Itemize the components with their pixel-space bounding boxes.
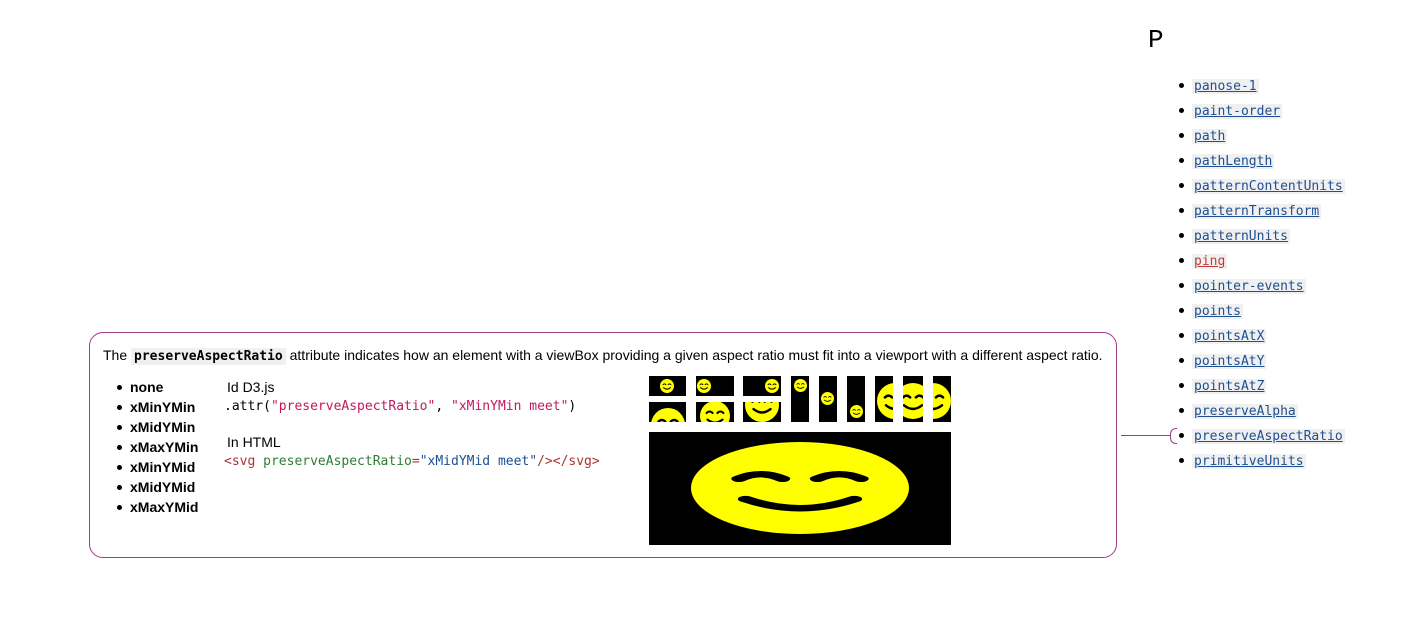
bullet-icon <box>1179 383 1184 388</box>
demo-xMidYMin-meet <box>696 376 734 396</box>
bullet-icon <box>1179 358 1184 363</box>
index-link-patternUnits[interactable]: patternUnits <box>1192 229 1290 244</box>
bullet-icon <box>117 445 122 450</box>
connector-brace <box>1170 428 1177 444</box>
index-item: patternContentUnits <box>1176 173 1345 198</box>
demo-tall-xMax <box>847 376 865 422</box>
index-item: pointsAtX <box>1176 323 1345 348</box>
attribute-value-item: xMinYMid <box>114 457 198 477</box>
demo-xMinYMin-meet <box>649 376 686 396</box>
bullet-icon <box>1179 433 1184 438</box>
bullet-icon <box>1179 308 1184 313</box>
index-link-pointsAtX[interactable]: pointsAtX <box>1192 329 1267 344</box>
attribute-value-label: xMidYMin <box>130 419 196 435</box>
attribute-value-label: xMinYMid <box>130 459 196 475</box>
index-item: patternUnits <box>1176 223 1345 248</box>
bullet-icon <box>1179 208 1184 213</box>
demo-tall-xMin <box>791 376 809 422</box>
index-link-pointsAtY[interactable]: pointsAtY <box>1192 354 1267 369</box>
attribute-index-list: panose-1 paint-order path pathLength pattern… <box>1176 73 1345 473</box>
attribute-value-label: none <box>130 379 164 395</box>
bullet-icon <box>1179 83 1184 88</box>
usage-examples: Id D3.js .attr("preserveAspectRatio", "x… <box>224 377 600 472</box>
attribute-value-label: xMaxYMid <box>130 499 199 515</box>
demo-xMaxYMin-meet <box>743 376 781 396</box>
index-item: primitiveUnits <box>1176 448 1345 473</box>
index-item: pointsAtY <box>1176 348 1345 373</box>
attribute-value-label: xMidYMid <box>130 479 196 495</box>
bullet-icon <box>117 425 122 430</box>
index-item: patternTransform <box>1176 198 1345 223</box>
index-item: preserveAlpha <box>1176 398 1345 423</box>
attribute-detail-card: The preserveAspectRatio attribute indica… <box>89 332 1117 558</box>
bullet-icon <box>1179 183 1184 188</box>
index-link-paint-order[interactable]: paint-order <box>1192 104 1283 119</box>
attribute-value-item: xMinYMin <box>114 397 198 417</box>
section-letter: P <box>1148 25 1164 55</box>
attribute-name-code: preserveAspectRatio <box>131 348 286 365</box>
aspect-ratio-demo-illustration <box>649 376 951 545</box>
index-item: paint-order <box>1176 98 1345 123</box>
bullet-icon <box>117 485 122 490</box>
bullet-icon <box>1179 458 1184 463</box>
index-link-pathLength[interactable]: pathLength <box>1192 154 1275 169</box>
bullet-icon <box>117 465 122 470</box>
bullet-icon <box>1179 108 1184 113</box>
index-item: points <box>1176 298 1345 323</box>
bullet-icon <box>117 505 122 510</box>
index-link-pointsAtZ[interactable]: pointsAtZ <box>1192 379 1267 394</box>
index-link-patternTransform[interactable]: patternTransform <box>1192 204 1322 219</box>
bullet-icon <box>1179 283 1184 288</box>
bullet-icon <box>1179 258 1184 263</box>
index-link-primitiveUnits[interactable]: primitiveUnits <box>1192 454 1306 469</box>
connector-line <box>1121 435 1171 436</box>
index-item: pointer-events <box>1176 273 1345 298</box>
index-link-path[interactable]: path <box>1192 129 1228 144</box>
bullet-icon <box>1179 133 1184 138</box>
index-item: ping <box>1176 248 1345 273</box>
html-example-code: <svg preserveAspectRatio="xMidYMid meet"… <box>224 454 600 469</box>
demo-slice-xMid <box>696 402 734 422</box>
index-item: pointsAtZ <box>1176 373 1345 398</box>
index-link-panose-1[interactable]: panose-1 <box>1192 79 1259 94</box>
index-item: preserveAspectRatio <box>1176 423 1345 448</box>
index-link-patternContentUnits[interactable]: patternContentUnits <box>1192 179 1345 194</box>
attribute-values-list: none xMinYMin xMidYMin xMaxYMin xMinYMid xMid… <box>114 377 198 517</box>
attribute-value-item: xMaxYMid <box>114 497 198 517</box>
bullet-icon <box>117 405 122 410</box>
index-link-pointer-events[interactable]: pointer-events <box>1192 279 1306 294</box>
attribute-value-item: xMidYMid <box>114 477 198 497</box>
attribute-value-item: xMaxYMin <box>114 437 198 457</box>
index-item: panose-1 <box>1176 73 1345 98</box>
demo-tall-xMid <box>819 376 837 422</box>
demo-none-stretched <box>649 432 951 545</box>
index-link-preserveAlpha[interactable]: preserveAlpha <box>1192 404 1298 419</box>
bullet-icon <box>117 385 122 390</box>
d3-example-code: .attr("preserveAspectRatio", "xMinYMin m… <box>224 399 577 414</box>
d3-example-title: Id D3.js <box>227 379 275 395</box>
attribute-value-label: xMinYMin <box>130 399 196 415</box>
index-link-preserveAspectRatio[interactable]: preserveAspectRatio <box>1192 429 1345 444</box>
attribute-description: The preserveAspectRatio attribute indica… <box>103 347 1103 365</box>
html-example-title: In HTML <box>227 434 281 450</box>
index-item: path <box>1176 123 1345 148</box>
bullet-icon <box>1179 408 1184 413</box>
index-item: pathLength <box>1176 148 1345 173</box>
bullet-icon <box>1179 233 1184 238</box>
index-link-points[interactable]: points <box>1192 304 1243 319</box>
index-link-ping[interactable]: ping <box>1192 254 1228 269</box>
attribute-value-item: xMidYMin <box>114 417 198 437</box>
bullet-icon <box>1179 333 1184 338</box>
attribute-value-item: none <box>114 377 198 397</box>
demo-tall-slice-mid <box>903 376 923 422</box>
attribute-value-label: xMaxYMin <box>130 439 199 455</box>
bullet-icon <box>1179 158 1184 163</box>
